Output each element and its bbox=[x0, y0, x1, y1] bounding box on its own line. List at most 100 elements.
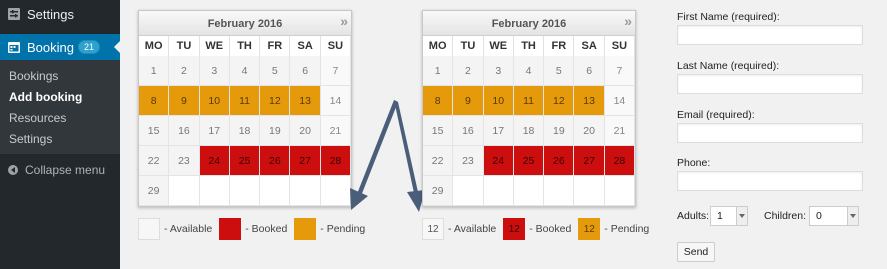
adults-select[interactable]: 1 bbox=[710, 206, 748, 226]
arrow-right-icon bbox=[394, 100, 418, 193]
day-cell-weekend[interactable]: 21 bbox=[604, 116, 636, 146]
adults-label: Adults: bbox=[677, 210, 710, 222]
day-cell-available[interactable]: 16 bbox=[453, 116, 484, 146]
day-cell-pending[interactable]: 12 bbox=[260, 86, 291, 116]
day-cell-available[interactable]: 4 bbox=[229, 56, 261, 86]
day-cell-available[interactable]: 2 bbox=[453, 56, 484, 86]
day-cell-pending[interactable]: 8 bbox=[423, 86, 454, 116]
weekday-header: WE bbox=[199, 36, 230, 57]
send-button[interactable]: Send bbox=[677, 242, 715, 262]
day-cell-pending[interactable]: 10 bbox=[483, 86, 514, 116]
submenu-item-bookings[interactable]: Bookings bbox=[0, 66, 120, 87]
next-month-icon[interactable]: » bbox=[624, 8, 632, 34]
day-cell-booked[interactable]: 24 bbox=[199, 146, 230, 176]
day-cell-booked[interactable]: 27 bbox=[290, 146, 321, 176]
booking-submenu: Bookings Add booking Resources Settings bbox=[0, 60, 120, 154]
children-select[interactable]: 0 bbox=[809, 206, 859, 226]
submenu-item-add-booking[interactable]: Add booking bbox=[0, 87, 120, 108]
legend-label-pending: - Pending bbox=[604, 223, 650, 235]
children-label: Children: bbox=[764, 210, 807, 222]
day-cell-available[interactable]: 3 bbox=[199, 56, 230, 86]
day-cell-available[interactable]: 29 bbox=[423, 176, 454, 206]
day-cell-available[interactable]: 20 bbox=[574, 116, 605, 146]
day-cell-available[interactable]: 19 bbox=[260, 116, 291, 146]
day-cell-available[interactable]: 6 bbox=[574, 56, 605, 86]
day-cell-weekend[interactable]: 7 bbox=[320, 56, 352, 86]
day-cell-pending[interactable]: 11 bbox=[229, 86, 261, 116]
day-cell-weekend[interactable]: 14 bbox=[604, 86, 636, 116]
day-cell-available[interactable]: 22 bbox=[139, 146, 170, 176]
weekday-header: SA bbox=[574, 36, 605, 57]
day-cell-pending[interactable]: 9 bbox=[169, 86, 200, 116]
day-cell-available[interactable]: 19 bbox=[544, 116, 575, 146]
day-cell-pending[interactable]: 12 bbox=[544, 86, 575, 116]
day-cell-available[interactable]: 1 bbox=[139, 56, 170, 86]
day-cell-booked[interactable]: 25 bbox=[229, 146, 261, 176]
phone-field[interactable] bbox=[677, 171, 863, 191]
collapse-icon bbox=[8, 165, 18, 175]
collapse-menu-button[interactable]: Collapse menu bbox=[0, 158, 120, 182]
last-name-field[interactable] bbox=[677, 74, 863, 94]
chevron-down-icon bbox=[847, 207, 858, 225]
day-cell-pending[interactable]: 13 bbox=[574, 86, 605, 116]
sidebar-item-settings-top[interactable]: Settings bbox=[0, 0, 120, 28]
legend-swatch-booked: 12 bbox=[503, 218, 526, 240]
day-cell-booked[interactable]: 24 bbox=[483, 146, 514, 176]
day-cell-booked[interactable]: 26 bbox=[260, 146, 291, 176]
last-name-label: Last Name (required): bbox=[677, 60, 780, 72]
children-value: 0 bbox=[816, 210, 822, 222]
day-cell-weekend[interactable]: 7 bbox=[604, 56, 636, 86]
day-cell-available[interactable]: 1 bbox=[423, 56, 454, 86]
submenu-item-settings[interactable]: Settings bbox=[0, 129, 120, 150]
day-cell-available[interactable]: 16 bbox=[169, 116, 200, 146]
day-cell-available[interactable]: 3 bbox=[483, 56, 514, 86]
day-cell-available[interactable]: 17 bbox=[199, 116, 230, 146]
day-cell-pending[interactable]: 8 bbox=[139, 86, 170, 116]
calendar-legend: - Available - Booked - Pending bbox=[138, 218, 372, 240]
empty-day-cell bbox=[544, 176, 575, 206]
day-cell-available[interactable]: 4 bbox=[513, 56, 545, 86]
settings-icon bbox=[8, 8, 20, 20]
legend-swatch-booked bbox=[219, 218, 242, 240]
day-cell-available[interactable]: 23 bbox=[169, 146, 200, 176]
day-cell-pending[interactable]: 13 bbox=[290, 86, 321, 116]
day-cell-available[interactable]: 5 bbox=[544, 56, 575, 86]
email-label: Email (required): bbox=[677, 109, 755, 121]
email-field[interactable] bbox=[677, 123, 863, 143]
day-cell-available[interactable]: 15 bbox=[423, 116, 454, 146]
day-cell-booked[interactable]: 25 bbox=[513, 146, 545, 176]
empty-day-cell bbox=[604, 176, 636, 206]
day-cell-pending[interactable]: 10 bbox=[199, 86, 230, 116]
day-cell-available[interactable]: 17 bbox=[483, 116, 514, 146]
collapse-menu-label: Collapse menu bbox=[25, 163, 106, 177]
day-cell-available[interactable]: 29 bbox=[139, 176, 170, 206]
empty-day-cell bbox=[229, 176, 261, 206]
next-month-icon[interactable]: » bbox=[340, 8, 348, 34]
day-cell-booked[interactable]: 26 bbox=[544, 146, 575, 176]
weekday-header: TH bbox=[229, 36, 261, 57]
weekday-header: SU bbox=[320, 36, 352, 57]
day-cell-booked[interactable]: 28 bbox=[604, 146, 636, 176]
weekday-header: TU bbox=[169, 36, 200, 57]
day-cell-available[interactable]: 15 bbox=[139, 116, 170, 146]
day-cell-available[interactable]: 23 bbox=[453, 146, 484, 176]
day-cell-available[interactable]: 5 bbox=[260, 56, 291, 86]
sidebar-item-booking[interactable]: Booking 21 bbox=[0, 34, 120, 60]
day-cell-pending[interactable]: 9 bbox=[453, 86, 484, 116]
admin-sidebar: Settings Booking 21 Bookings Add booking… bbox=[0, 0, 120, 269]
day-cell-available[interactable]: 18 bbox=[229, 116, 261, 146]
empty-day-cell bbox=[260, 176, 291, 206]
calendar-grid: MO TU WE TH FR SA SU 1 2 3 4 5 6 7 8 9 10 11 12 13 14 15 16 17 1… bbox=[423, 36, 636, 206]
day-cell-available[interactable]: 6 bbox=[290, 56, 321, 86]
day-cell-available[interactable]: 20 bbox=[290, 116, 321, 146]
day-cell-available[interactable]: 22 bbox=[423, 146, 454, 176]
day-cell-available[interactable]: 18 bbox=[513, 116, 545, 146]
day-cell-pending[interactable]: 11 bbox=[513, 86, 545, 116]
empty-day-cell bbox=[483, 176, 514, 206]
submenu-item-resources[interactable]: Resources bbox=[0, 108, 120, 129]
day-cell-available[interactable]: 2 bbox=[169, 56, 200, 86]
empty-day-cell bbox=[513, 176, 545, 206]
day-cell-booked[interactable]: 27 bbox=[574, 146, 605, 176]
weekday-header: MO bbox=[139, 36, 170, 57]
first-name-field[interactable] bbox=[677, 25, 863, 45]
